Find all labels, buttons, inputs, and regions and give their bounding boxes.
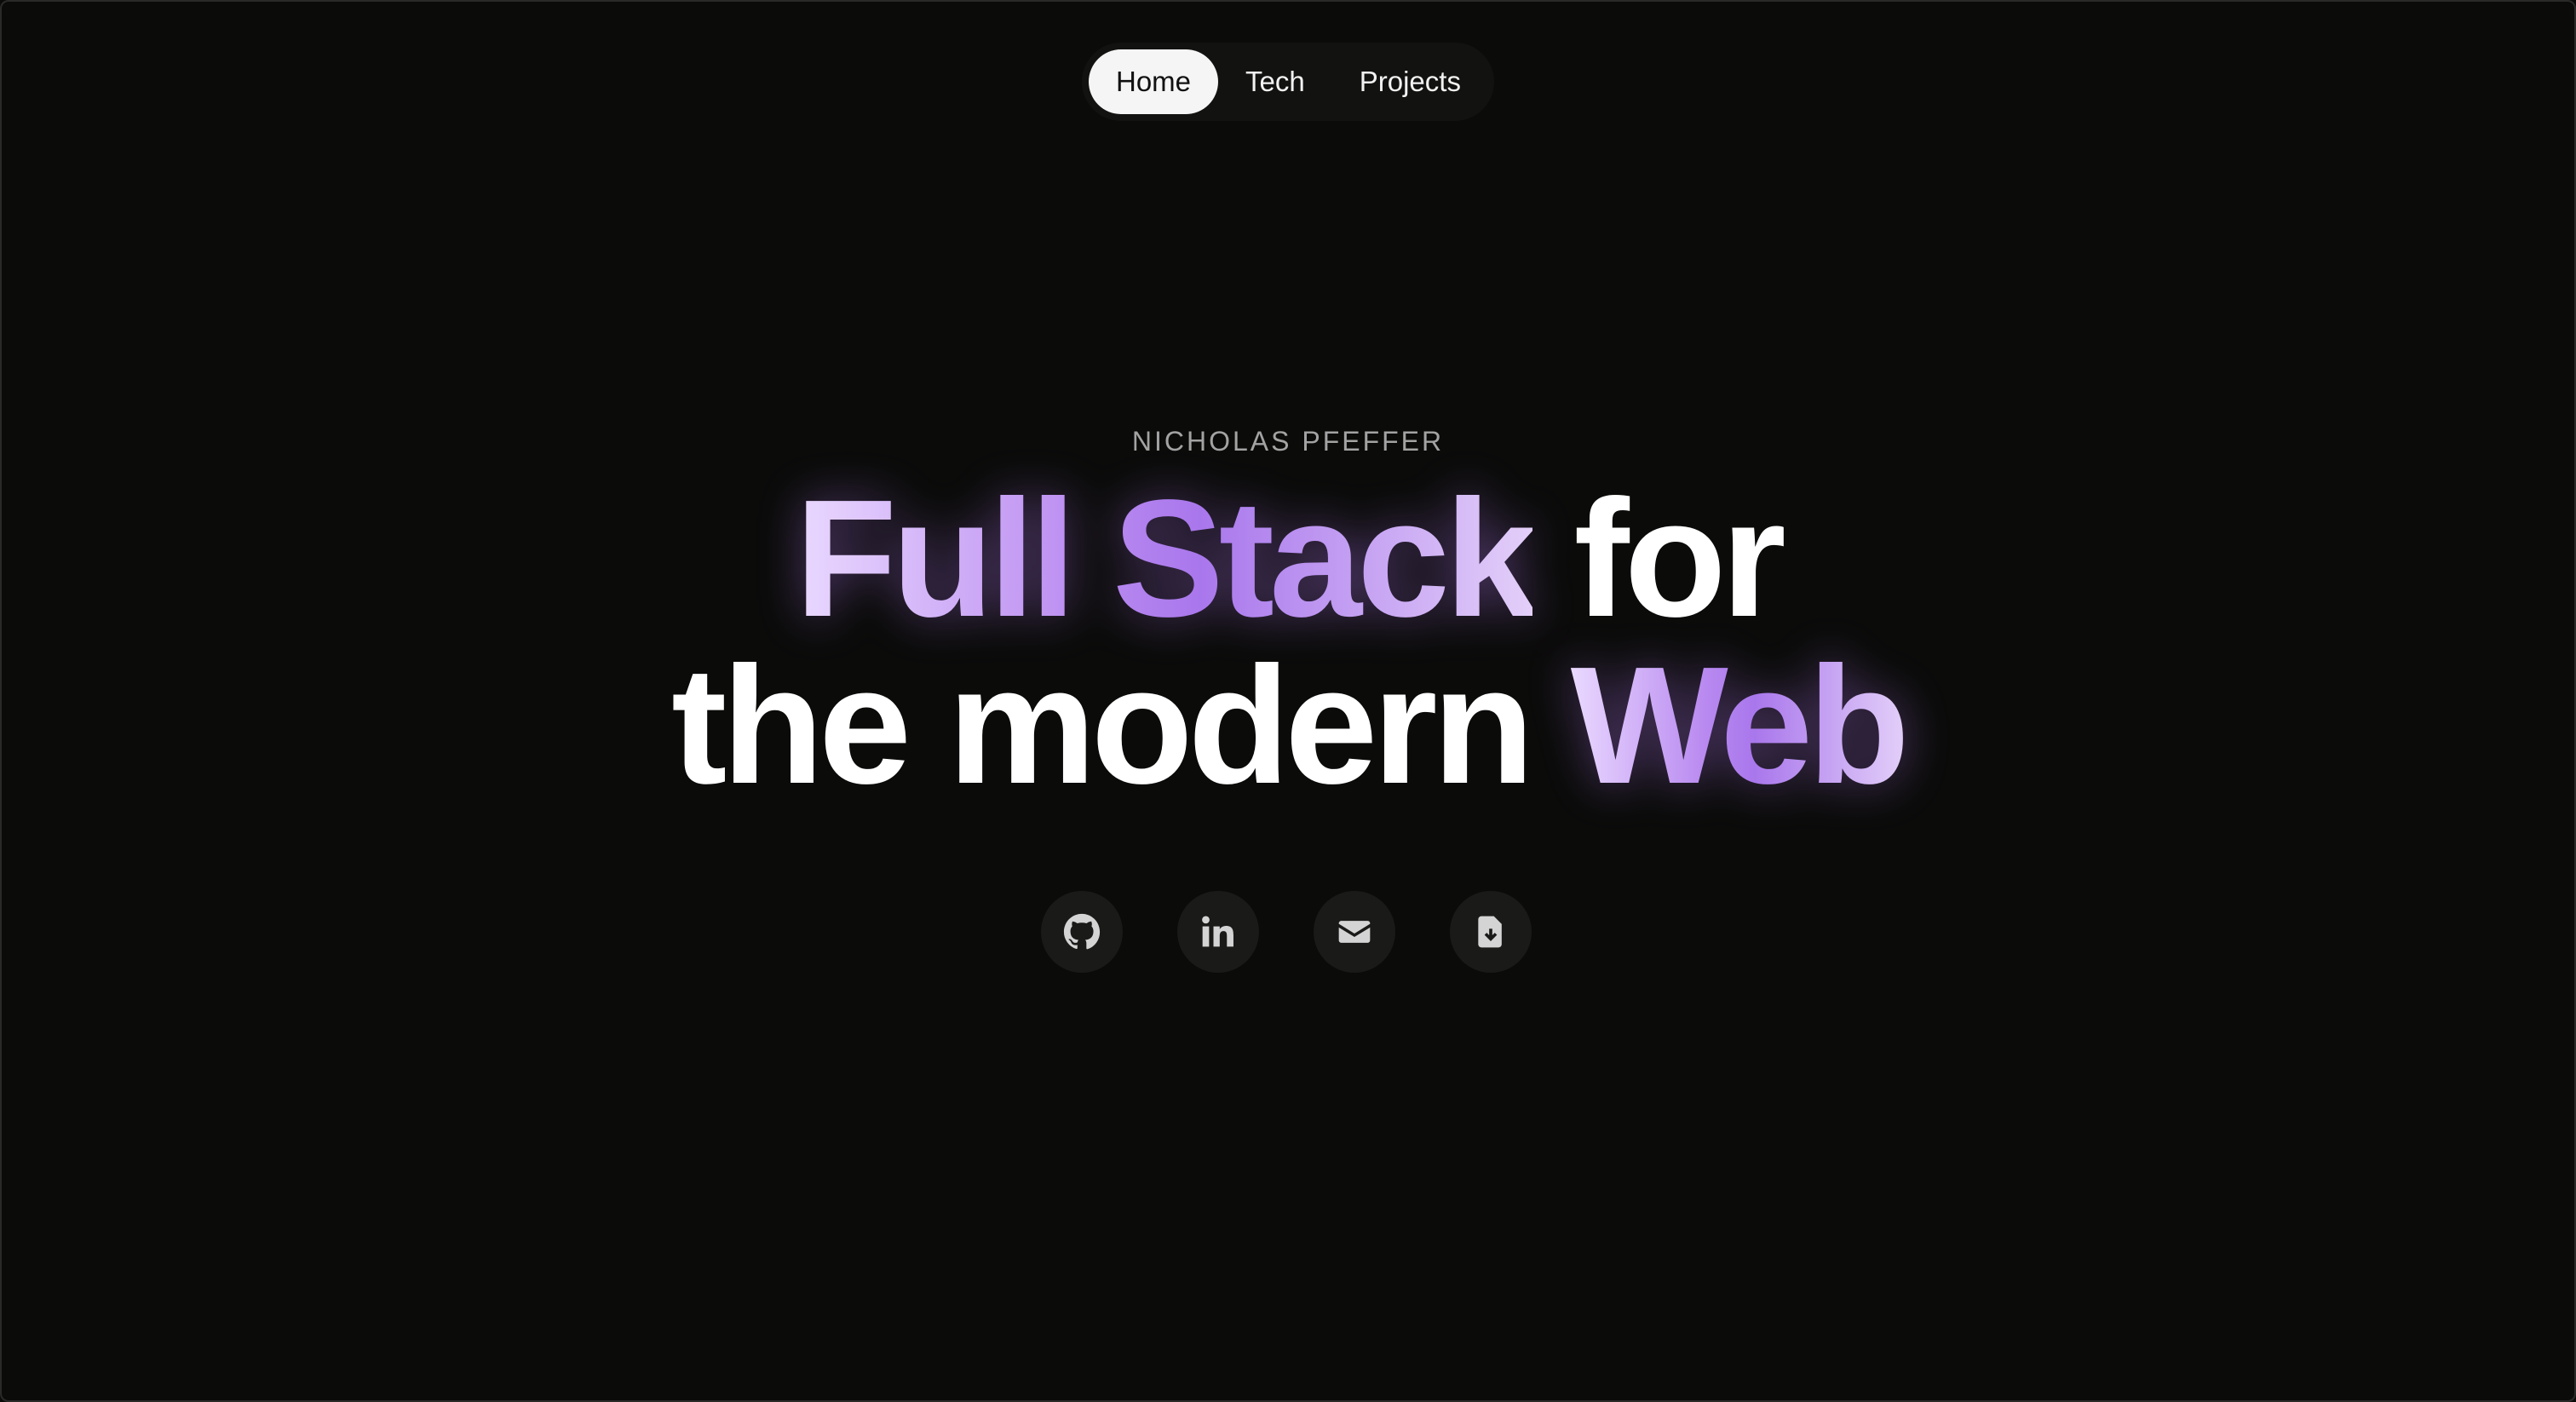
github-icon bbox=[1063, 913, 1101, 951]
headline-accent-full-stack: Full Stack bbox=[795, 465, 1538, 652]
social-links bbox=[1041, 891, 1532, 973]
hero-headline: Full Stack for the modern Web bbox=[0, 475, 2576, 809]
headline-text-the-modern: the modern bbox=[671, 632, 1534, 819]
headline-line-1: Full Stack for bbox=[0, 475, 2576, 642]
linkedin-icon bbox=[1199, 913, 1237, 951]
author-name: NICHOLAS PFEFFER bbox=[1131, 426, 1445, 457]
nav-item-tech[interactable]: Tech bbox=[1218, 49, 1332, 114]
top-nav: Home Tech Projects bbox=[1082, 43, 1494, 121]
download-file-icon bbox=[1472, 913, 1509, 951]
email-button[interactable] bbox=[1314, 891, 1395, 973]
headline-text-for: for bbox=[1573, 465, 1786, 652]
nav-item-projects[interactable]: Projects bbox=[1332, 49, 1488, 114]
headline-accent-web: Web bbox=[1570, 632, 1910, 819]
nav-item-home[interactable]: Home bbox=[1089, 49, 1219, 114]
github-button[interactable] bbox=[1041, 891, 1123, 973]
mail-icon bbox=[1336, 913, 1373, 951]
headline-line-2: the modern Web bbox=[0, 642, 2576, 809]
resume-download-button[interactable] bbox=[1450, 891, 1532, 973]
linkedin-button[interactable] bbox=[1177, 891, 1259, 973]
